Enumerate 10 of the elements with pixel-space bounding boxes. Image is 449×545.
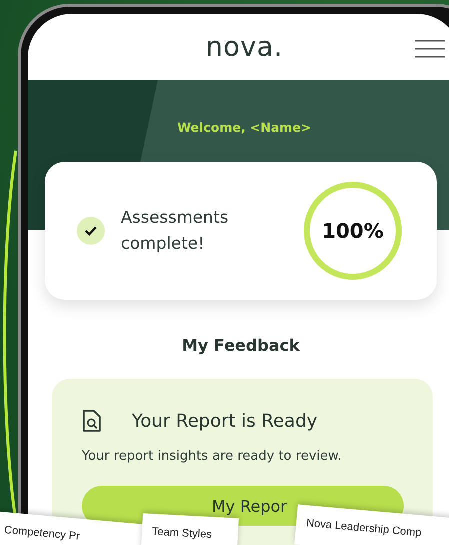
status-label: Assessments complete!	[121, 207, 230, 255]
document-search-icon	[82, 409, 102, 433]
report-description: Your report insights are ready to review.	[82, 449, 343, 464]
section-title: My Feedback	[181, 336, 301, 355]
document-title: Competency Pr	[4, 524, 80, 543]
logo: nova.	[206, 32, 284, 62]
report-title: Your Report is Ready	[132, 410, 318, 432]
document-title: Team Styles	[152, 526, 212, 542]
progress-value: 100%	[322, 219, 384, 243]
menu-icon[interactable]	[415, 40, 445, 58]
